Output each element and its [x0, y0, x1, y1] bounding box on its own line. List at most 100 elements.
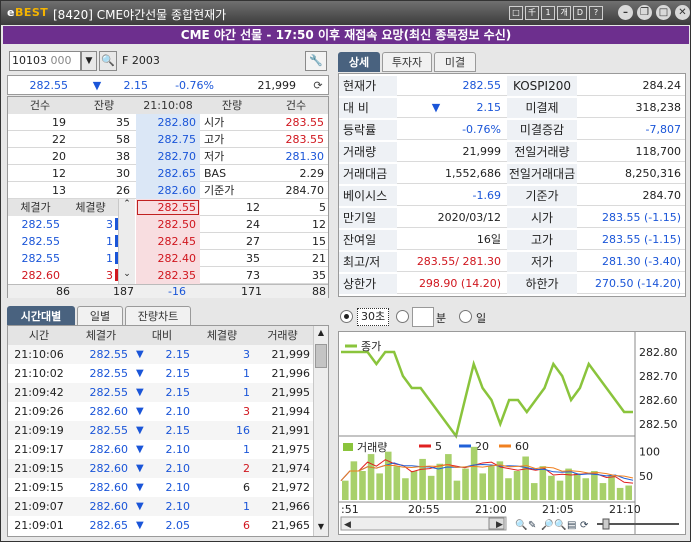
x-tick: 20:55 [408, 503, 440, 516]
header-qty-bid: 잔량 [221, 99, 243, 112]
table-row[interactable]: 21:09:19 282.55 ▼ 2.15 16 21,991 [8, 421, 313, 440]
detail-label-2: 전일거래대금 [507, 164, 577, 184]
cell-qty: 6 [243, 481, 250, 494]
bid-price[interactable]: 282.55 [136, 199, 197, 216]
info-value: 281.30 [285, 150, 325, 163]
chart-tool-icon: ✎ [528, 520, 536, 531]
ask-qty: 38 [116, 150, 130, 163]
orderbook-header: 건수 잔량 21:10:08 잔량 건수 [8, 97, 328, 114]
volume-bar [556, 480, 564, 500]
fill-price: 282.55 [21, 235, 61, 248]
cell-volume: 21,966 [271, 500, 311, 513]
detail-value-2: 283.55 (-1.15) [601, 211, 681, 224]
detail-row: 현재가 282.55 KOSPI200 284.24 [339, 74, 685, 96]
ask-price[interactable]: 282.75 [136, 131, 197, 148]
cell-time: 21:10:02 [14, 367, 64, 380]
ask-price[interactable]: 282.80 [136, 114, 197, 131]
fill-price: 282.55 [21, 252, 61, 265]
table-row[interactable]: 21:09:17 282.60 ▼ 2.10 1 21,975 [8, 440, 313, 459]
restore-icon[interactable]: ❐ [637, 5, 652, 20]
cell-qty: 2 [243, 462, 250, 475]
toolbar-button[interactable]: 千 [525, 6, 539, 20]
toolbar-button[interactable]: D [573, 6, 587, 20]
detail-label: 거래대금 [339, 164, 397, 184]
fill-qty: 1 [106, 252, 113, 265]
info-label: 고가 [204, 133, 225, 146]
scroll-down-icon[interactable]: ⌄ [119, 269, 135, 279]
cell-price: 282.60 [89, 500, 129, 513]
radio-minute[interactable] [396, 310, 409, 323]
legend-ma: 60 [515, 440, 529, 453]
toolbar-button[interactable]: 1 [541, 6, 555, 20]
ask-price[interactable]: 282.70 [136, 148, 197, 165]
scroll-up-icon[interactable]: ⌃ [119, 199, 135, 209]
scroll-down-icon[interactable]: ▼ [314, 522, 328, 531]
table-row[interactable]: 21:10:02 282.55 ▼ 2.15 1 21,996 [8, 364, 313, 383]
radio-30sec[interactable] [340, 310, 353, 323]
cell-change: 2.10 [165, 462, 191, 475]
radio-day[interactable] [459, 310, 472, 323]
totals-row: 86 187 -16 171 88 [8, 284, 328, 298]
tab-daily[interactable]: 일별 [77, 306, 123, 326]
tab-detail[interactable]: 상세 [338, 52, 380, 72]
summary-bar: 282.55 ▼ 2.15 -0.76% 21,999 ⟳ [7, 75, 329, 95]
detail-label: 현재가 [339, 76, 397, 96]
ask-price[interactable]: 282.60 [136, 182, 197, 199]
volume-bar [367, 454, 375, 500]
ask-count: 12 [52, 167, 66, 180]
table-row[interactable]: 21:09:07 282.60 ▼ 2.10 1 21,966 [8, 497, 313, 516]
bid-qty: 24 [246, 218, 260, 231]
maximize-icon[interactable]: □ [656, 5, 671, 20]
info-label: 시가 [204, 116, 225, 129]
code-input[interactable]: 10103 000 [9, 51, 81, 71]
cell-price: 282.60 [89, 405, 129, 418]
tab-open-interest[interactable]: 미결 [434, 52, 476, 72]
scroll-up-icon[interactable]: ▲ [314, 328, 328, 337]
cell-qty: 3 [243, 348, 250, 361]
label-30sec[interactable]: 30초 [357, 308, 390, 326]
chart-panel: 종가 282.80 282.70 282.60 282.50 거래량 5 20 60 100 50:… [338, 331, 686, 535]
toolbar-button[interactable]: ? [589, 6, 603, 20]
detail-label: 대 비 [339, 98, 397, 118]
time-table-scrollbar[interactable]: ▲ ▼ [313, 326, 328, 536]
interval-selector: 30초 분 일 [338, 307, 498, 327]
chevron-down-icon[interactable]: ▼ [81, 51, 97, 71]
detail-row: 베이시스 -1.69 기준가 284.70 [339, 184, 685, 206]
label-minute: 분 [436, 312, 447, 325]
search-icon[interactable]: 🔍 [99, 51, 117, 71]
bid-count: 35 [312, 269, 326, 282]
fill-header-price: 체결가 [20, 201, 51, 214]
tab-investor[interactable]: 투자자 [382, 52, 432, 72]
bid-price[interactable]: 282.50 [136, 216, 197, 233]
refresh-icon[interactable]: ⟳ [310, 77, 326, 94]
ask-price[interactable]: 282.65 [136, 165, 197, 182]
minute-input[interactable] [412, 307, 434, 327]
fill-qty: 1 [106, 235, 113, 248]
fill-scrollbar[interactable]: ⌃ ⌄ [118, 199, 135, 284]
x-tick: 21:10 [609, 503, 641, 516]
ask-count: 22 [52, 133, 66, 146]
table-row[interactable]: 21:09:15 282.60 ▼ 2.10 6 21,972 [8, 478, 313, 497]
price-chart: 종가 282.80282.70282.60282.50거래량 5 20 60 10050:… [339, 332, 679, 534]
table-row[interactable]: 21:10:06 282.55 ▼ 2.15 3 21,999 [8, 345, 313, 364]
detail-label: 만기일 [339, 208, 397, 228]
tab-qty-chart[interactable]: 잔량차트 [125, 306, 191, 326]
toolbar-button[interactable]: 개 [557, 6, 571, 20]
volume-bar [548, 475, 555, 500]
down-arrow-icon: ▼ [92, 79, 102, 92]
bid-price[interactable]: 282.40 [136, 250, 197, 267]
minimize-icon[interactable]: – [618, 5, 633, 20]
table-row[interactable]: 21:09:15 282.60 ▼ 2.10 2 21,974 [8, 459, 313, 478]
table-row[interactable]: 21:09:42 282.55 ▼ 2.15 1 21,995 [8, 383, 313, 402]
scroll-thumb[interactable] [315, 344, 327, 368]
cell-volume: 21,994 [271, 405, 311, 418]
bid-price[interactable]: 282.35 [136, 267, 197, 284]
volume-bar [530, 483, 538, 500]
tab-time[interactable]: 시간대별 [7, 306, 75, 326]
table-row[interactable]: 21:09:01 282.65 ▼ 2.05 6 21,965 [8, 516, 313, 535]
close-icon[interactable]: ✕ [675, 5, 690, 20]
table-row[interactable]: 21:09:26 282.60 ▼ 2.10 3 21,994 [8, 402, 313, 421]
bid-price[interactable]: 282.45 [136, 233, 197, 250]
settings-icon[interactable]: 🔧 [305, 51, 327, 71]
toolbar-button[interactable]: □ [509, 6, 523, 20]
